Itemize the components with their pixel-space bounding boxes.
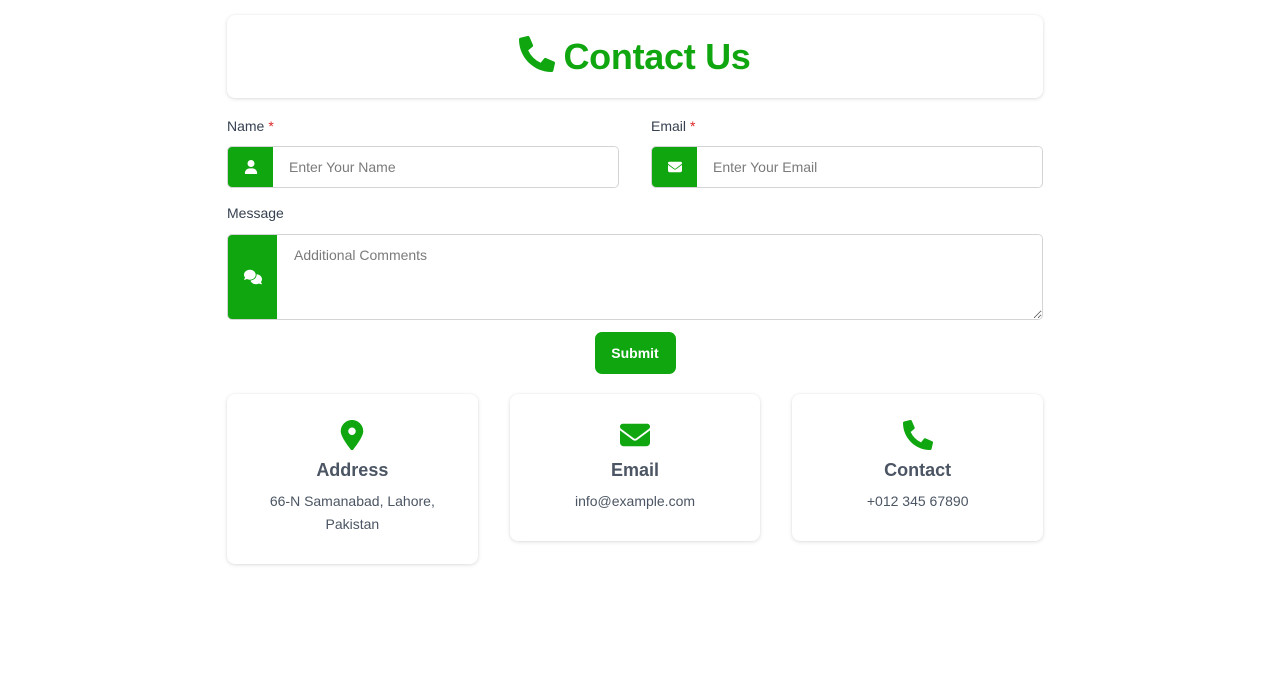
envelope-icon xyxy=(652,147,697,187)
contact-title: Contact xyxy=(884,460,952,480)
address-text: 66-N Samanabad, Lahore, Pakistan xyxy=(269,493,435,532)
submit-row: Submit xyxy=(227,332,1043,374)
required-mark: * xyxy=(690,118,696,134)
message-input-group xyxy=(227,234,1043,320)
comments-icon xyxy=(228,235,277,319)
email-input[interactable] xyxy=(697,147,1042,187)
email-input-group xyxy=(651,146,1043,188)
required-mark: * xyxy=(268,118,274,134)
map-pin-icon xyxy=(247,420,458,450)
email-card: Email info@example.com xyxy=(509,394,761,541)
user-icon xyxy=(228,147,273,187)
envelope-icon xyxy=(530,420,741,450)
name-label: Name * xyxy=(227,118,274,134)
submit-button[interactable]: Submit xyxy=(594,332,676,374)
email-title: Email xyxy=(610,460,660,480)
address-card: Address 66-N Samanabad, Lahore, Pakistan xyxy=(227,394,478,564)
message-field-group: Message xyxy=(227,204,1043,320)
name-field-group: Name * xyxy=(227,117,619,188)
contact-page: Contact Us Name* Email* Message xyxy=(227,15,1044,564)
page-title: Contact Us xyxy=(563,35,751,77)
header-card: Contact Us xyxy=(227,15,1043,98)
phone-icon xyxy=(812,420,1023,450)
name-input-group xyxy=(227,146,619,188)
email-field-group: Email * xyxy=(651,117,1043,188)
phone-icon xyxy=(519,36,556,77)
message-textarea[interactable] xyxy=(277,235,1042,319)
address-title: Address xyxy=(316,460,389,480)
name-email-row: Name* Email* xyxy=(227,117,1043,188)
contact-card: Contact +012 345 67890 xyxy=(792,394,1044,541)
name-input[interactable] xyxy=(273,147,618,187)
email-label: Email * xyxy=(651,118,696,134)
info-cards: Address 66-N Samanabad, Lahore, Pakistan… xyxy=(227,394,1044,564)
contact-text: +012 345 67890 xyxy=(866,493,969,509)
message-label: Message xyxy=(227,205,284,221)
email-text: info@example.com xyxy=(574,493,696,509)
